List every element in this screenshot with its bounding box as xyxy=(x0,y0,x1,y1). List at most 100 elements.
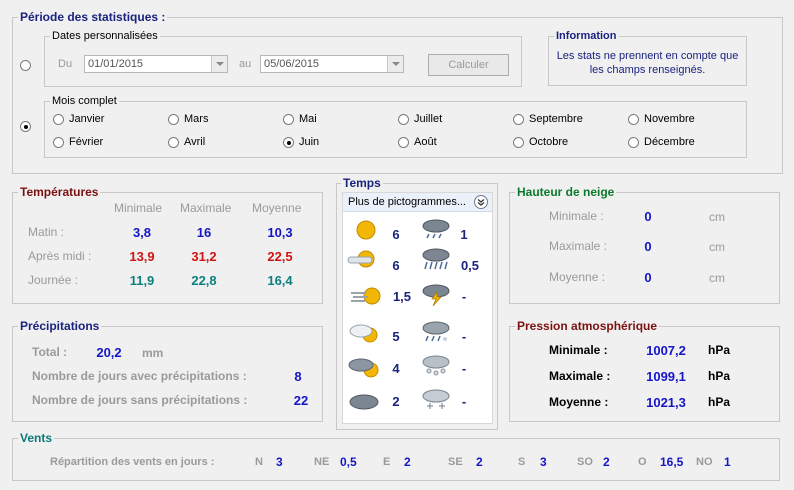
month-radio[interactable] xyxy=(398,137,409,148)
full-month-radio[interactable] xyxy=(20,121,31,132)
weather-count-sun: 6 xyxy=(392,227,400,242)
weather-count-hail: - xyxy=(461,361,467,376)
winds-label: Répartition des vents en jours : xyxy=(50,456,215,468)
temp-row-afternoon-label: Après midi : xyxy=(28,249,92,263)
weather-count-sun-wind: 1,5 xyxy=(392,289,412,304)
month-label[interactable]: Décembre xyxy=(644,136,695,148)
month-label[interactable]: Octobre xyxy=(529,136,568,148)
pressure-title: Pression atmosphérique xyxy=(515,319,660,333)
precipitations-title: Précipitations xyxy=(18,319,102,333)
temp-morning-avg: 10,3 xyxy=(267,225,293,240)
full-month-legend: Mois complet xyxy=(50,95,119,107)
pressure-min-unit: hPa xyxy=(708,343,731,357)
storm-icon xyxy=(422,284,450,306)
from-date-combo[interactable]: 01/01/2015 xyxy=(84,55,228,73)
month-label[interactable]: Avril xyxy=(184,136,205,148)
from-label: Du xyxy=(58,58,73,70)
more-icons-label: Plus de pictogrammes... xyxy=(348,196,466,208)
sleet-icon xyxy=(422,321,450,342)
month-label[interactable]: Mars xyxy=(184,113,208,125)
month-radio[interactable] xyxy=(628,137,639,148)
precip-without-label: Nombre de jours sans précipitations : xyxy=(32,393,248,407)
wind-direction-value: 3 xyxy=(540,455,547,469)
temp-row-day-label: Journée : xyxy=(28,273,79,287)
snow-max-unit: cm xyxy=(709,240,725,254)
temp-col-avg: Moyenne xyxy=(252,201,302,215)
month-radio[interactable] xyxy=(628,114,639,125)
more-icons-dropdown[interactable]: Plus de pictogrammes... xyxy=(343,193,492,212)
wind-direction-label: SE xyxy=(448,456,463,468)
wind-direction-label: NO xyxy=(696,456,713,468)
month-label[interactable]: Août xyxy=(414,136,437,148)
information-line-2: les champs renseignés. xyxy=(589,64,706,76)
snow-avg-value: 0 xyxy=(644,270,652,285)
temp-afternoon-avg: 22,5 xyxy=(267,249,293,264)
information-title: Information xyxy=(554,30,619,42)
snow-max-value: 0 xyxy=(644,239,652,254)
snow-max-label: Maximale : xyxy=(549,239,608,253)
to-date-value: 05/06/2015 xyxy=(264,58,320,70)
month-label[interactable]: Février xyxy=(69,136,103,148)
month-radio[interactable] xyxy=(283,114,294,125)
weather-count-sleet: - xyxy=(461,329,467,344)
pressure-avg-value: 1021,3 xyxy=(646,395,686,410)
month-label[interactable]: Juillet xyxy=(414,113,442,125)
cloud-sun-dark-icon xyxy=(348,358,379,378)
weather-count-cloud-sun-dark: 4 xyxy=(392,361,400,376)
month-label[interactable]: Mai xyxy=(299,113,317,125)
month-radio[interactable] xyxy=(168,114,179,125)
sun-cloud-wind-icon xyxy=(347,250,375,268)
month-radio[interactable] xyxy=(513,114,524,125)
weather-count-rain: 0,5 xyxy=(460,258,480,273)
temp-morning-min: 3,8 xyxy=(132,225,152,240)
pressure-avg-label: Moyenne : xyxy=(549,395,609,409)
temp-col-max: Maximale xyxy=(180,201,232,215)
month-radio[interactable] xyxy=(513,137,524,148)
from-date-dropdown-icon[interactable] xyxy=(211,56,227,72)
dark-cloud-icon xyxy=(349,394,379,410)
temp-col-min: Minimale xyxy=(114,201,163,215)
month-radio[interactable] xyxy=(283,137,294,148)
wind-direction-label: N xyxy=(255,456,263,468)
snow-icon xyxy=(422,389,450,409)
to-date-dropdown-icon[interactable] xyxy=(387,56,403,72)
wind-direction-label: O xyxy=(638,456,647,468)
month-radio[interactable] xyxy=(53,137,64,148)
snow-min-label: Minimale : xyxy=(549,209,604,223)
month-label[interactable]: Janvier xyxy=(69,113,104,125)
month-label[interactable]: Novembre xyxy=(644,113,695,125)
winds-title: Vents xyxy=(18,431,55,445)
to-date-combo[interactable]: 05/06/2015 xyxy=(260,55,404,73)
wind-direction-label: E xyxy=(383,456,391,468)
temp-day-max: 22,8 xyxy=(191,273,217,288)
precip-with-value: 8 xyxy=(294,369,302,384)
wind-direction-value: 2 xyxy=(603,455,610,469)
snow-min-unit: cm xyxy=(709,210,725,224)
custom-dates-legend: Dates personnalisées xyxy=(50,30,160,42)
wind-direction-label: NE xyxy=(314,456,330,468)
snow-avg-label: Moyenne : xyxy=(549,270,606,284)
month-radio[interactable] xyxy=(53,114,64,125)
weather-count-dark-cloud: 2 xyxy=(392,394,400,409)
month-label[interactable]: Septembre xyxy=(529,113,583,125)
temp-afternoon-min: 13,9 xyxy=(129,249,155,264)
weather-count-cloud-sun: 5 xyxy=(392,329,400,344)
wind-direction-value: 0,5 xyxy=(340,455,357,469)
wind-direction-value: 1 xyxy=(724,455,731,469)
pressure-max-label: Maximale : xyxy=(549,369,611,383)
snow-min-value: 0 xyxy=(644,209,652,224)
month-radio[interactable] xyxy=(168,137,179,148)
compute-button[interactable]: Calculer xyxy=(428,54,509,76)
temperatures-title: Températures xyxy=(18,185,101,199)
wind-direction-value: 2 xyxy=(404,455,411,469)
chevron-double-down-icon[interactable] xyxy=(474,195,488,209)
month-radio[interactable] xyxy=(398,114,409,125)
custom-dates-radio[interactable] xyxy=(20,60,31,71)
month-label[interactable]: Juin xyxy=(299,136,319,148)
wind-direction-value: 2 xyxy=(476,455,483,469)
weather-title: Temps xyxy=(341,176,383,190)
temp-day-min: 11,9 xyxy=(129,273,155,288)
sun-icon xyxy=(356,220,376,240)
rain-icon xyxy=(422,248,450,270)
from-date-value: 01/01/2015 xyxy=(88,58,144,70)
